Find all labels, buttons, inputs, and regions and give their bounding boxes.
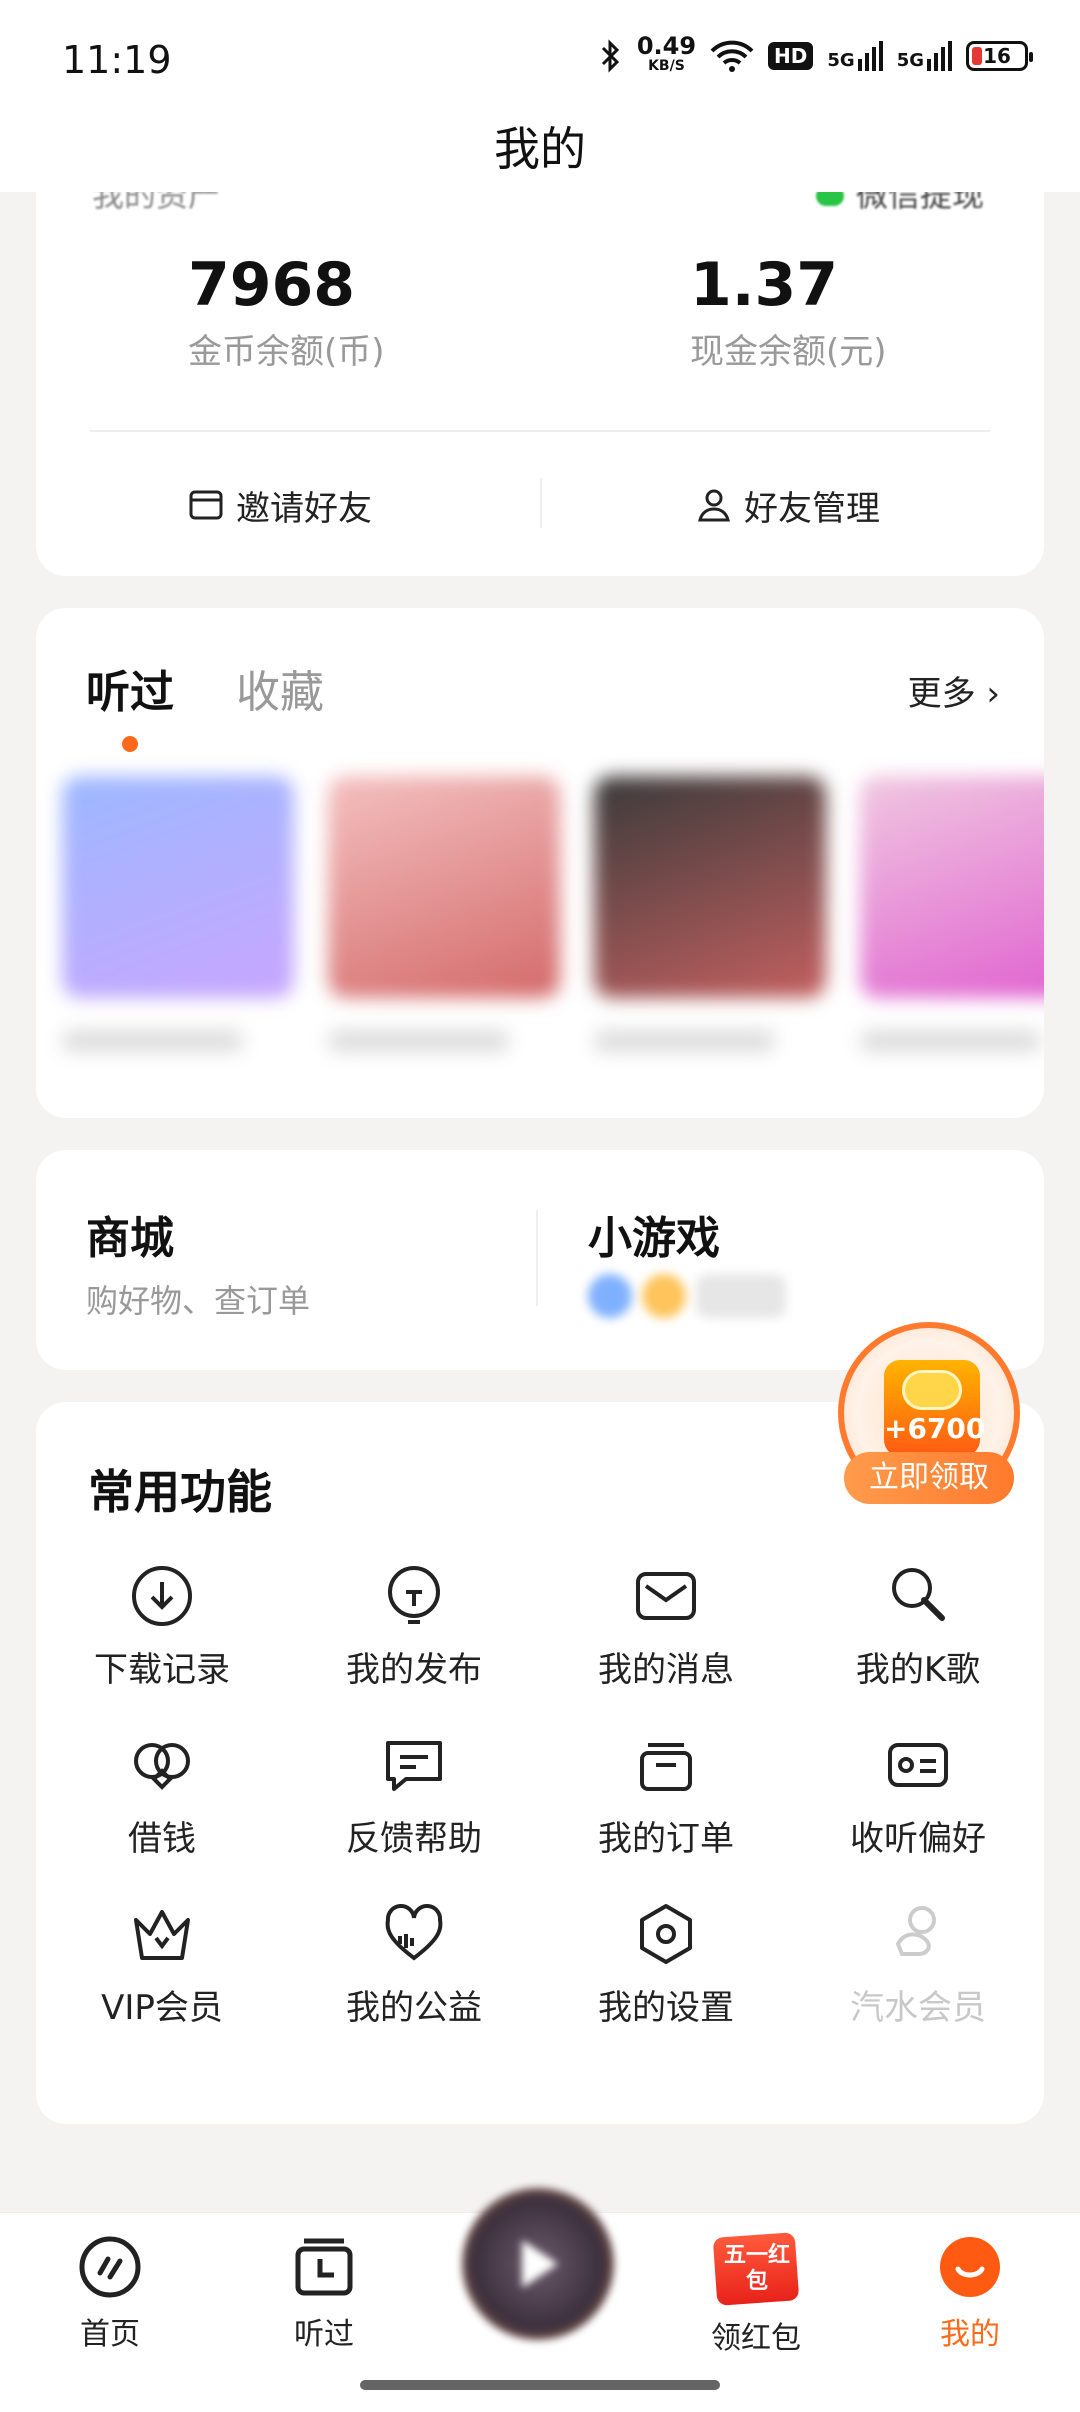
clock: 11:19 bbox=[62, 38, 172, 82]
function-preferences[interactable]: 收听偏好 bbox=[792, 1731, 1044, 1860]
history-tabs: 听过 收藏 bbox=[86, 656, 324, 752]
message-icon bbox=[636, 1572, 696, 1620]
claim-now-button[interactable]: 立即领取 bbox=[844, 1452, 1014, 1504]
function-charity[interactable]: 我的公益 bbox=[288, 1900, 540, 2029]
order-icon bbox=[640, 1743, 692, 1791]
function-grid: 下载记录 我的发布 我的消息 我的K歌 借钱 反馈帮助 我的订单 收听偏好 VI… bbox=[36, 1562, 1044, 2029]
status-icons: 0.49 KB/S HD 5G 5G 16 bbox=[599, 32, 1033, 76]
settings-icon bbox=[640, 1904, 692, 1964]
tab-me[interactable]: 我的 bbox=[890, 2233, 1050, 2353]
network-speed: 0.49 KB/S bbox=[636, 32, 697, 74]
karaoke-icon bbox=[892, 1568, 945, 1621]
history-cover[interactable] bbox=[62, 776, 294, 1052]
mini-games-thumbnails bbox=[588, 1274, 786, 1318]
function-karaoke[interactable]: 我的K歌 bbox=[792, 1562, 1044, 1691]
coin-balance-label: 金币余额(币) bbox=[188, 332, 385, 372]
tab-red-packet-label: 领红包 bbox=[711, 2321, 801, 2356]
battery-icon: 16 bbox=[966, 41, 1033, 71]
charity-icon bbox=[385, 1904, 443, 1961]
cash-balance-label: 现金余额(元) bbox=[690, 332, 887, 372]
tab-home[interactable]: 首页 bbox=[30, 2233, 190, 2353]
divider bbox=[540, 478, 542, 528]
function-orders[interactable]: 我的订单 bbox=[540, 1731, 792, 1860]
chevron-right-icon: › bbox=[975, 674, 1000, 714]
history-icon bbox=[295, 2238, 353, 2296]
tab-home-label: 首页 bbox=[80, 2317, 140, 2352]
soda-icon bbox=[895, 1906, 936, 1956]
feedback-icon bbox=[386, 1741, 442, 1791]
divider bbox=[90, 430, 990, 432]
history-cover[interactable] bbox=[328, 776, 560, 1052]
history-card: 听过 收藏 更多 › bbox=[36, 608, 1044, 1118]
loan-icon bbox=[134, 1743, 190, 1790]
me-icon bbox=[940, 2237, 1000, 2297]
preference-icon bbox=[888, 1743, 948, 1787]
play-icon bbox=[522, 2240, 558, 2288]
mini-games-title[interactable]: 小游戏 bbox=[588, 1202, 720, 1266]
home-icon bbox=[79, 2236, 141, 2298]
status-bar: 11:19 0.49 KB/S HD 5G 5G 16 bbox=[0, 0, 1080, 110]
tab-red-packet[interactable]: 五一红包 领红包 bbox=[676, 2232, 836, 2357]
coin-balance-value: 7968 bbox=[188, 250, 355, 320]
function-feedback[interactable]: 反馈帮助 bbox=[288, 1731, 540, 1860]
tab-history[interactable]: 听过 bbox=[244, 2233, 404, 2353]
tab-history-label: 听过 bbox=[294, 2317, 354, 2352]
now-playing-button[interactable] bbox=[462, 2188, 614, 2340]
home-indicator[interactable] bbox=[360, 2380, 720, 2390]
signal-5g-1: 5G bbox=[827, 41, 883, 71]
signal-5g-2: 5G bbox=[897, 41, 952, 71]
envelope-icon bbox=[189, 490, 223, 520]
common-functions-card: 常用功能 下载记录 我的发布 我的消息 我的K歌 借钱 反馈帮助 我的订单 收听… bbox=[36, 1402, 1044, 2124]
mall-subtitle: 购好物、查订单 bbox=[86, 1282, 311, 1320]
mall-title[interactable]: 商城 bbox=[86, 1202, 174, 1266]
coin-balance[interactable]: 7968 金币余额(币) bbox=[188, 250, 385, 373]
function-publish[interactable]: 我的发布 bbox=[288, 1562, 540, 1691]
person-icon bbox=[698, 489, 730, 522]
crown-icon bbox=[134, 1910, 190, 1960]
invite-friends-button[interactable]: 邀请好友 bbox=[188, 465, 372, 545]
function-settings[interactable]: 我的设置 bbox=[540, 1900, 792, 2029]
wifi-icon bbox=[710, 40, 754, 72]
cash-balance[interactable]: 1.37 现金余额(元) bbox=[690, 250, 887, 373]
friend-manage-button[interactable]: 好友管理 bbox=[696, 465, 880, 545]
reward-box-icon: +6700 bbox=[884, 1360, 986, 1456]
tab-me-label: 我的 bbox=[940, 2317, 1000, 2352]
hd-badge: HD bbox=[768, 42, 814, 70]
coin-reward-widget[interactable]: +6700 立即领取 bbox=[838, 1322, 1020, 1504]
red-packet-icon: 五一红包 bbox=[711, 2232, 801, 2306]
common-functions-title: 常用功能 bbox=[88, 1465, 272, 1519]
assets-card: 我的资产 微信提现 7968 金币余额(币) 1.37 现金余额(元) 邀请好友… bbox=[36, 160, 1044, 576]
more-link[interactable]: 更多 › bbox=[908, 666, 1000, 715]
function-download[interactable]: 下载记录 bbox=[36, 1562, 288, 1691]
tab-favorites[interactable]: 收藏 bbox=[236, 656, 324, 720]
function-vip[interactable]: VIP会员 bbox=[36, 1900, 288, 2029]
reward-amount: +6700 bbox=[884, 1412, 986, 1445]
tab-listened[interactable]: 听过 bbox=[86, 656, 174, 752]
history-cover[interactable] bbox=[860, 776, 1044, 1052]
history-covers bbox=[62, 776, 1044, 1052]
friend-manage-label: 好友管理 bbox=[744, 488, 880, 529]
function-loan[interactable]: 借钱 bbox=[36, 1731, 288, 1860]
coin-icon bbox=[902, 1370, 962, 1410]
bluetooth-icon bbox=[601, 39, 619, 73]
publish-icon bbox=[388, 1566, 440, 1624]
invite-friends-label: 邀请好友 bbox=[236, 488, 372, 529]
page-header: 我的 bbox=[0, 100, 1080, 192]
download-icon bbox=[132, 1566, 192, 1626]
divider bbox=[536, 1210, 538, 1306]
function-soda-member[interactable]: 汽水会员 bbox=[792, 1900, 1044, 2029]
cash-balance-value: 1.37 bbox=[690, 250, 839, 320]
history-cover[interactable] bbox=[594, 776, 826, 1052]
function-messages[interactable]: 我的消息 bbox=[540, 1562, 792, 1691]
page-title: 我的 bbox=[494, 122, 586, 176]
